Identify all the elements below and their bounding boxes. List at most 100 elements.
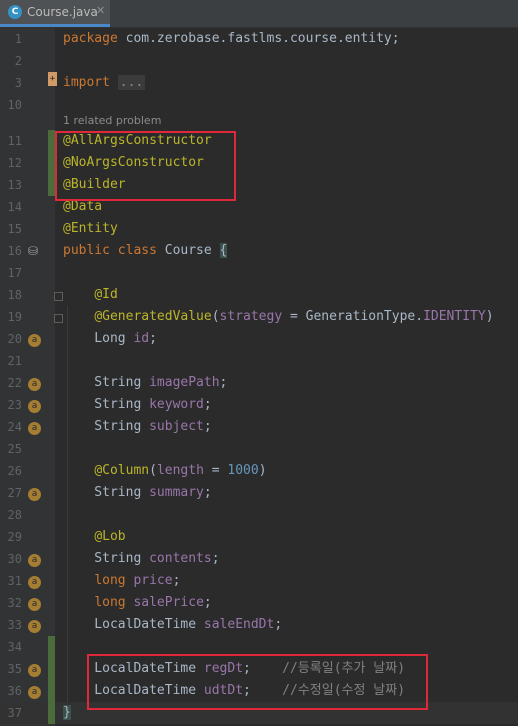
code-token: @Lob: [94, 529, 126, 544]
code-token: length: [156, 463, 204, 478]
code-line[interactable]: 18 @Id: [0, 284, 518, 306]
code-text: @GeneratedValue(strategy = GenerationTyp…: [63, 306, 494, 328]
editor-tab-bar: C Course.java ✕: [0, 0, 518, 28]
field-icon[interactable]: a: [28, 422, 41, 435]
code-token: saleEndDt: [203, 617, 275, 632]
code-line[interactable]: 20 Long id;: [0, 328, 518, 350]
code-token: @Entity: [63, 221, 118, 236]
code-token: summary: [149, 485, 204, 500]
code-token: {: [219, 243, 228, 258]
code-token: subject: [149, 419, 204, 434]
field-icon[interactable]: a: [28, 488, 41, 501]
field-icon[interactable]: a: [28, 686, 41, 699]
code-line[interactable]: 24 String subject;: [0, 416, 518, 438]
code-line[interactable]: 27 String summary;: [0, 482, 518, 504]
field-icon[interactable]: a: [28, 378, 41, 391]
field-icon[interactable]: a: [28, 664, 41, 677]
code-line[interactable]: 26 @Column(length = 1000): [0, 460, 518, 482]
code-line[interactable]: 3 import ...: [0, 72, 518, 94]
vcs-change-marker[interactable]: [48, 130, 55, 196]
field-icon[interactable]: a: [28, 620, 41, 633]
field-icon[interactable]: a: [28, 598, 41, 611]
vcs-change-marker[interactable]: [48, 636, 55, 724]
field-icon[interactable]: a: [28, 576, 41, 589]
code-token: ;: [219, 375, 228, 390]
line-number: 18: [7, 288, 22, 302]
code-token: = GenerationType.: [282, 309, 424, 324]
code-token: =: [203, 463, 228, 478]
line-number: 17: [7, 266, 22, 280]
line-number: 32: [7, 596, 22, 610]
line-number: 20: [7, 332, 22, 346]
line-number: 21: [7, 354, 22, 368]
code-token: strategy: [219, 309, 283, 324]
tab-course-java[interactable]: C Course.java ✕: [0, 0, 110, 27]
code-line[interactable]: 25: [0, 438, 518, 460]
code-line[interactable]: 17: [0, 262, 518, 284]
code-line[interactable]: 19 @GeneratedValue(strategy = Generation…: [0, 306, 518, 328]
fold-toggle-icon[interactable]: [54, 314, 63, 323]
code-token: ): [258, 463, 267, 478]
code-token: ;: [203, 419, 212, 434]
code-token: String: [63, 419, 150, 434]
line-number: 23: [7, 398, 22, 412]
field-icon[interactable]: a: [28, 334, 41, 347]
code-text: @Entity: [63, 218, 118, 240]
line-number: 19: [7, 310, 22, 324]
code-line[interactable]: 31 long price;: [0, 570, 518, 592]
code-token: ;: [211, 551, 220, 566]
code-token: @Column: [94, 463, 150, 478]
code-line[interactable]: 29 @Lob: [0, 526, 518, 548]
line-number: 10: [7, 98, 22, 112]
code-line[interactable]: 22 String imagePath;: [0, 372, 518, 394]
code-token: ;: [203, 485, 212, 500]
code-line[interactable]: 1 package com.zerobase.fastlms.course.ent…: [0, 28, 518, 50]
code-token: String: [63, 551, 150, 566]
code-line[interactable]: 28: [0, 504, 518, 526]
code-token: com.zerobase.fastlms.course.entity;: [125, 31, 400, 46]
code-token: 1000: [227, 463, 259, 478]
code-text: LocalDateTime saleEndDt;: [63, 614, 282, 636]
code-line[interactable]: 16 public class Course {: [0, 240, 518, 262]
code-line[interactable]: 15 @Entity: [0, 218, 518, 240]
line-number: 28: [7, 508, 22, 522]
code-line[interactable]: 23 String keyword;: [0, 394, 518, 416]
highlight-box-constructors: [55, 131, 236, 201]
field-icon[interactable]: a: [28, 400, 41, 413]
code-line[interactable]: 30 String contents;: [0, 548, 518, 570]
related-problem-hint[interactable]: 1 related problem: [63, 114, 161, 127]
fold-toggle-icon[interactable]: [54, 292, 63, 301]
code-text: }: [63, 702, 71, 724]
code-token: package: [63, 31, 126, 46]
line-number: 36: [7, 684, 22, 698]
code-text: String keyword;: [63, 394, 211, 416]
fold-expand-icon[interactable]: +: [48, 72, 57, 86]
code-line[interactable]: 32 long salePrice;: [0, 592, 518, 614]
code-line[interactable]: 10: [0, 94, 518, 116]
code-line[interactable]: 21: [0, 350, 518, 372]
line-number: 25: [7, 442, 22, 456]
code-text: @Column(length = 1000): [63, 460, 267, 482]
code-token: imagePath: [149, 375, 220, 390]
code-token: @GeneratedValue: [94, 309, 212, 324]
code-line[interactable]: 33 LocalDateTime saleEndDt;: [0, 614, 518, 636]
code-token: long: [94, 573, 134, 588]
code-token: @Data: [63, 199, 103, 214]
field-icon[interactable]: a: [28, 554, 41, 567]
code-token: String: [63, 397, 150, 412]
database-entity-icon[interactable]: ⛁: [28, 244, 38, 258]
line-number: 11: [7, 134, 22, 148]
code-text: public class Course {: [63, 240, 228, 262]
java-class-icon: C: [8, 5, 22, 19]
code-token: long: [94, 595, 134, 610]
code-token: String: [63, 375, 150, 390]
code-token: contents: [149, 551, 212, 566]
code-text: Long id;: [63, 328, 157, 350]
code-token: ): [485, 309, 494, 324]
line-number: 13: [7, 178, 22, 192]
code-editor[interactable]: 1 package com.zerobase.fastlms.course.ent…: [0, 28, 518, 726]
code-text: String contents;: [63, 548, 220, 570]
close-icon[interactable]: ✕: [96, 4, 105, 17]
code-line[interactable]: 2: [0, 50, 518, 72]
